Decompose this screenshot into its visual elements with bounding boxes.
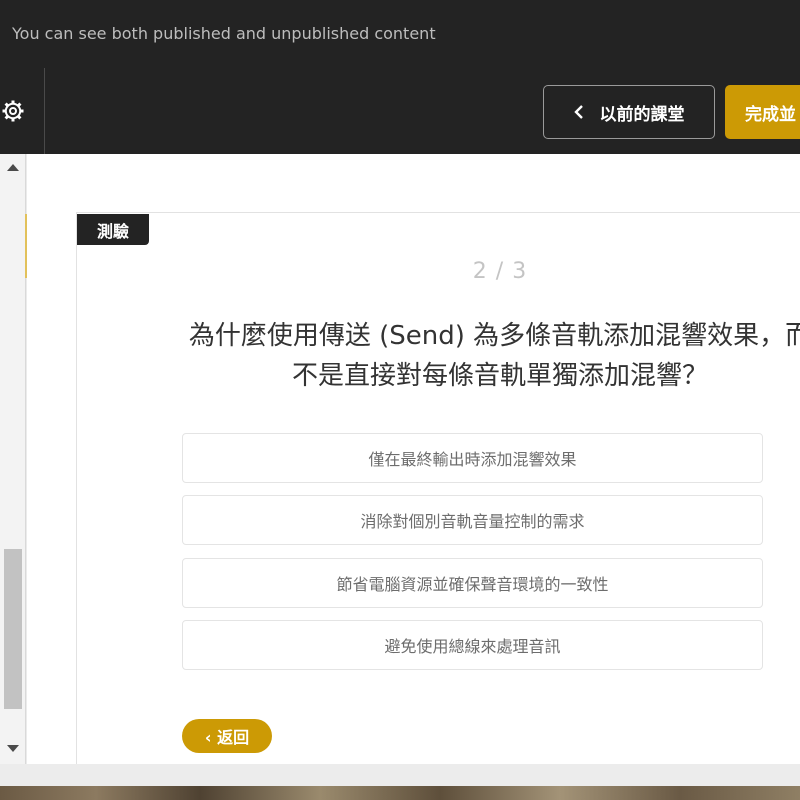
answer-option[interactable]: 僅在最終輸出時添加混響效果 xyxy=(182,433,763,483)
answer-option[interactable]: 消除對個別音軌音量控制的需求 xyxy=(182,495,763,545)
question-line-1: 為什麼使用傳送 (Send) 為多條音軌添加混響效果，而 xyxy=(188,321,800,351)
complete-label: 完成並 xyxy=(745,104,796,125)
lesson-content: 測驗 2 / 3 為什麼使用傳送 (Send) 為多條音軌添加混響效果，而 不是… xyxy=(27,154,800,772)
toolbar-divider xyxy=(44,68,45,154)
sidebar-scroll-panel xyxy=(0,154,27,764)
previous-lesson-label: 以前的課堂 xyxy=(599,104,685,125)
chevron-left-icon xyxy=(573,105,583,119)
complete-and-continue-button[interactable]: 完成並 xyxy=(725,85,800,139)
previous-lesson-button[interactable]: 以前的課堂 xyxy=(543,85,715,139)
scrollbar-thumb[interactable] xyxy=(4,549,22,709)
settings-button[interactable] xyxy=(0,96,26,126)
scroll-up-arrow-icon[interactable] xyxy=(7,164,19,171)
back-button[interactable]: ‹ 返回 xyxy=(182,719,272,753)
answer-option[interactable]: 避免使用總線來處理音訊 xyxy=(182,620,763,670)
question-text: 為什麼使用傳送 (Send) 為多條音軌添加混響效果，而 不是直接對每條音軌單獨… xyxy=(133,316,800,396)
quiz-card xyxy=(76,212,800,772)
question-progress: 2 / 3 xyxy=(472,259,528,284)
scroll-down-arrow-icon[interactable] xyxy=(7,745,19,752)
background-image-strip xyxy=(0,786,800,800)
question-line-2: 不是直接對每條音軌單獨添加混響？ xyxy=(291,361,708,391)
gear-icon xyxy=(2,100,24,122)
lesson-toolbar: 以前的課堂 完成並 xyxy=(0,68,800,154)
publish-notice: You can see both published and unpublish… xyxy=(12,24,436,43)
quiz-tag: 測驗 xyxy=(77,214,149,245)
notice-bar: You can see both published and unpublish… xyxy=(0,0,800,68)
answer-option[interactable]: 節省電腦資源並確保聲音環境的一致性 xyxy=(182,558,763,608)
